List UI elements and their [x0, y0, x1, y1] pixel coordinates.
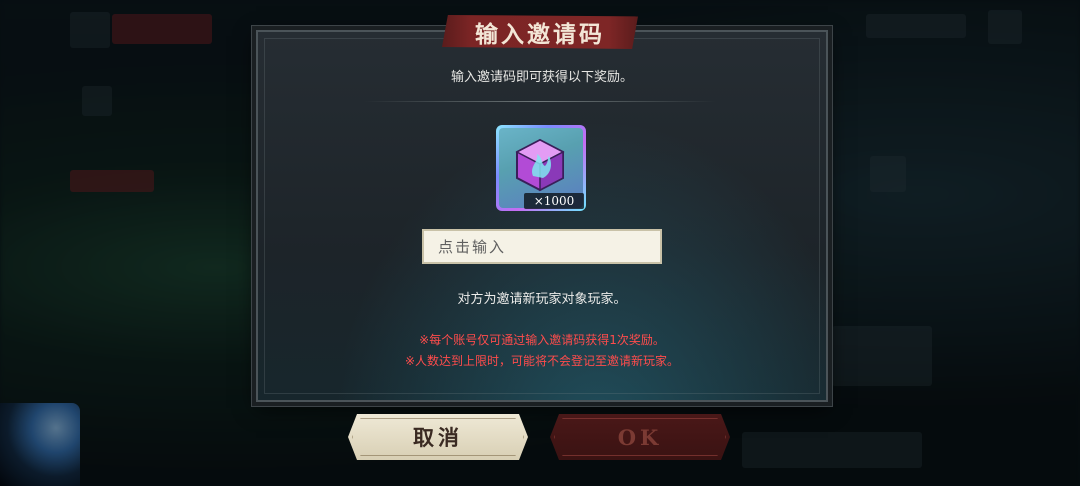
dialog-subtitle: 输入邀请码即可获得以下奖励。	[450, 70, 633, 85]
warning-text-1: ※每个账号仅可通过输入邀请码获得1次奖励。	[419, 333, 665, 347]
invite-code-input[interactable]	[422, 229, 662, 264]
warning-text-2: ※人数达到上限时，可能将不会登记至邀请新玩家。	[404, 354, 680, 368]
crystal-cube-icon	[515, 138, 565, 192]
ok-button-label: OK	[617, 424, 663, 450]
invite-note: 对方为邀请新玩家对象玩家。	[457, 292, 627, 307]
reward-quantity: ×1000	[524, 193, 584, 209]
cancel-button[interactable]: 取消	[348, 414, 528, 460]
cancel-button-label: 取消	[413, 425, 463, 450]
dialog-title: 输入邀请码	[442, 15, 638, 49]
ok-button[interactable]: OK	[550, 414, 730, 460]
divider	[364, 101, 716, 102]
